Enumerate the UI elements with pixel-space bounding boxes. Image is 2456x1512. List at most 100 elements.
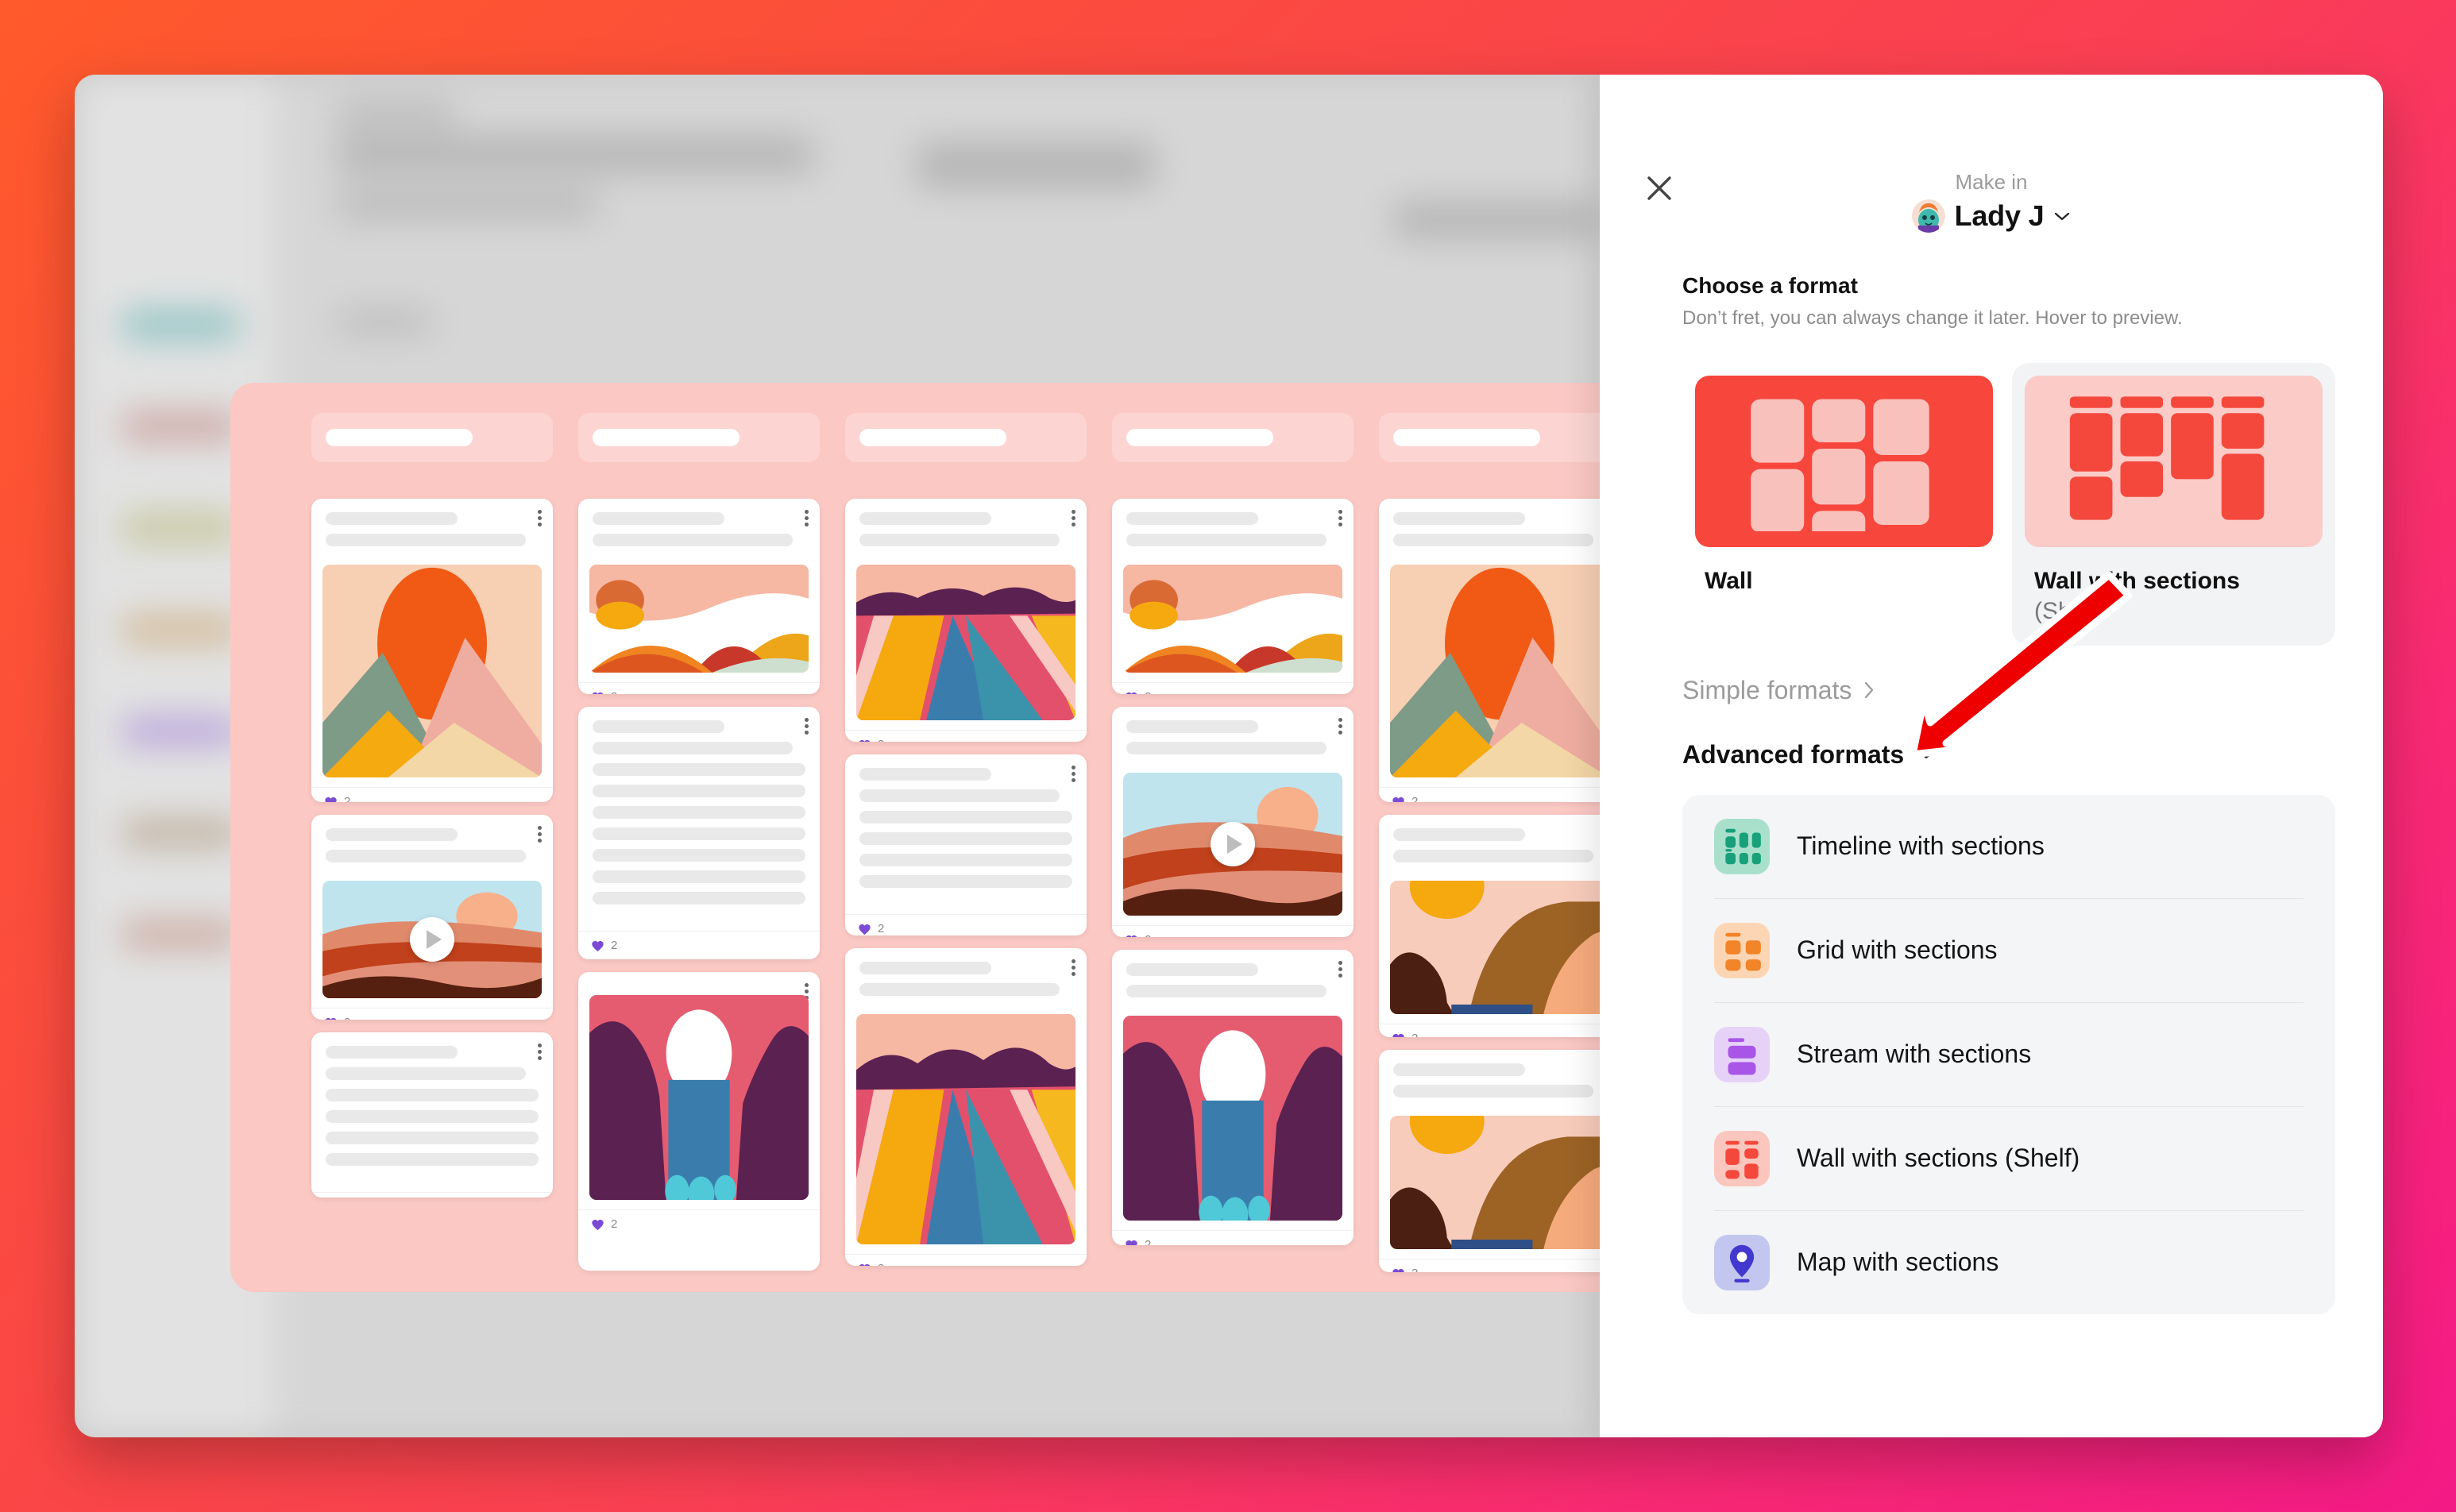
stream-sections-icon	[1714, 1026, 1770, 1082]
advanced-formats-label: Advanced formats	[1682, 739, 1905, 769]
kebab-menu-icon[interactable]	[1072, 766, 1075, 785]
text-placeholder	[859, 983, 1060, 996]
kebab-menu-icon[interactable]	[538, 510, 542, 529]
advanced-format-item-map-with-sections[interactable]: Map with sections	[1714, 1211, 2303, 1314]
card-media[interactable]	[322, 881, 542, 998]
card-footer: 2	[845, 914, 1087, 935]
kebab-menu-icon[interactable]	[805, 510, 809, 529]
heart-icon[interactable]	[1392, 1032, 1405, 1038]
column-header[interactable]	[311, 413, 553, 462]
preview-card[interactable]: 2	[1379, 499, 1620, 802]
preview-card[interactable]: 2	[311, 815, 553, 1020]
kebab-menu-icon[interactable]	[1072, 510, 1075, 529]
preview-card[interactable]: 2	[578, 499, 820, 694]
kebab-menu-icon[interactable]	[1072, 959, 1075, 978]
card-media[interactable]	[1123, 773, 1342, 916]
kebab-menu-icon[interactable]	[1338, 718, 1342, 737]
format-card-wall-with-sections[interactable]: Wall with sections (Shelf)	[2012, 363, 2335, 646]
advanced-format-item-timeline-with-sections[interactable]: Timeline with sections	[1714, 795, 2303, 899]
preview-card[interactable]: 2	[1112, 499, 1354, 694]
heart-icon[interactable]	[324, 796, 338, 803]
heart-icon[interactable]	[858, 739, 871, 742]
kebab-menu-icon[interactable]	[1338, 961, 1342, 980]
card-header	[578, 707, 820, 921]
heart-icon[interactable]	[1392, 796, 1405, 803]
blurred-sidebar-item	[121, 923, 240, 947]
card-media[interactable]	[1390, 881, 1609, 1014]
heart-icon[interactable]	[324, 1016, 338, 1020]
advanced-formats-toggle[interactable]: Advanced formats	[1682, 740, 2335, 770]
preview-card[interactable]: 2	[1112, 950, 1354, 1245]
chevron-down-icon[interactable]	[2053, 210, 2071, 222]
advanced-format-label: Timeline with sections	[1797, 831, 2045, 860]
card-header	[845, 754, 1087, 904]
text-placeholder	[593, 512, 725, 525]
blurred-text-block	[917, 142, 1155, 188]
like-count: 2	[878, 1262, 884, 1266]
card-header	[311, 1032, 553, 1182]
column-header[interactable]	[1112, 413, 1354, 462]
heart-icon[interactable]	[591, 691, 604, 695]
text-placeholder	[593, 892, 805, 904]
heart-icon[interactable]	[1392, 1267, 1405, 1273]
text-placeholder	[326, 534, 526, 546]
format-card-wall[interactable]: Wall	[1682, 363, 2006, 646]
preview-card[interactable]: 2	[1112, 707, 1354, 937]
preview-card[interactable]: 2	[1379, 815, 1620, 1037]
card-media[interactable]	[589, 565, 809, 673]
like-count: 2	[1411, 1267, 1418, 1272]
simple-formats-toggle[interactable]: Simple formats	[1682, 676, 2335, 705]
preview-card[interactable]: 2	[845, 948, 1087, 1266]
text-placeholder	[1126, 534, 1326, 546]
preview-card[interactable]: 2	[311, 499, 553, 802]
text-placeholder	[593, 742, 793, 754]
text-placeholder	[593, 720, 725, 733]
like-count: 2	[611, 939, 618, 952]
heart-icon[interactable]	[591, 939, 604, 952]
format-card-label: Wall	[1705, 568, 1753, 594]
play-icon[interactable]	[1211, 822, 1255, 866]
preview-card[interactable]: 2	[845, 754, 1087, 935]
chevron-right-icon	[1865, 681, 1874, 699]
card-media[interactable]	[1123, 565, 1342, 673]
like-count: 2	[611, 690, 617, 694]
card-media[interactable]	[1390, 565, 1609, 777]
space-selector[interactable]: Lady J	[1911, 199, 2072, 233]
card-media[interactable]	[856, 565, 1075, 720]
card-media[interactable]	[1390, 1116, 1609, 1249]
preview-card[interactable]: 2	[578, 707, 820, 959]
column-header[interactable]	[845, 413, 1087, 462]
kebab-menu-icon[interactable]	[538, 826, 542, 845]
advanced-format-item-grid-with-sections[interactable]: Grid with sections	[1714, 899, 2303, 1003]
play-icon[interactable]	[410, 917, 454, 962]
make-in-header: Make in Lady J	[1600, 170, 2383, 237]
card-media[interactable]	[589, 995, 809, 1200]
preview-card[interactable]: 2	[845, 499, 1087, 742]
heart-icon[interactable]	[591, 1218, 604, 1231]
grid-sections-icon	[1714, 922, 1770, 978]
kebab-menu-icon[interactable]	[805, 718, 809, 737]
column-header[interactable]	[1379, 413, 1620, 462]
text-placeholder	[326, 828, 458, 841]
heart-icon[interactable]	[1125, 1239, 1138, 1246]
blurred-text-block	[1393, 202, 1600, 238]
card-media[interactable]	[1123, 1016, 1342, 1221]
column-header[interactable]	[578, 413, 820, 462]
heart-icon[interactable]	[858, 1263, 871, 1267]
card-media[interactable]	[856, 1014, 1075, 1244]
heart-icon[interactable]	[1125, 934, 1138, 938]
kebab-menu-icon[interactable]	[1338, 510, 1342, 529]
text-placeholder	[593, 870, 805, 883]
kebab-menu-icon[interactable]	[538, 1043, 542, 1063]
preview-card[interactable]: 2	[578, 972, 820, 1271]
advanced-format-item-stream-with-sections[interactable]: Stream with sections	[1714, 1003, 2303, 1107]
preview-card[interactable]: 2	[1379, 1050, 1620, 1272]
heart-icon[interactable]	[858, 923, 871, 935]
preview-card[interactable]: 2	[311, 1032, 553, 1198]
card-media[interactable]	[322, 565, 542, 777]
heart-icon[interactable]	[1125, 691, 1138, 695]
advanced-format-item-wall-with-sections-shelf[interactable]: Wall with sections (Shelf)	[1714, 1107, 2303, 1211]
text-placeholder	[859, 875, 1072, 888]
advanced-formats-list: Timeline with sections Grid with section…	[1682, 794, 2335, 1314]
text-placeholder	[326, 850, 526, 862]
